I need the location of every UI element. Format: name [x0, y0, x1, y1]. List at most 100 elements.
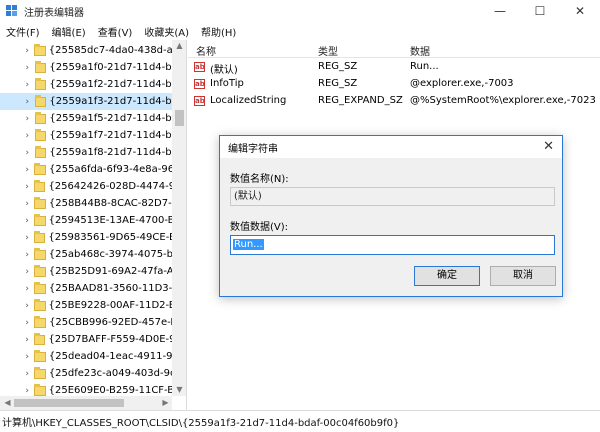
- expand-chevron-icon[interactable]: ›: [22, 335, 32, 345]
- tree-item[interactable]: › {25dead04-1eac-4911-9e3a: [0, 348, 172, 365]
- status-path: 计算机\HKEY_CLASSES_ROOT\CLSID\{2559a1f3-21…: [2, 418, 400, 429]
- ok-button[interactable]: 确定: [414, 266, 480, 286]
- tree-item-label: {25E609E0-B259-11CF-BFC7: [48, 385, 172, 396]
- value-data-input[interactable]: Run...: [230, 235, 555, 255]
- minimize-button[interactable]: —: [480, 0, 520, 22]
- scroll-down-icon[interactable]: ▼: [172, 384, 186, 396]
- tree-item-label: {25dfe23c-a049-403d-9c45-: [48, 368, 172, 379]
- menu-view[interactable]: 查看(V): [92, 24, 139, 39]
- tree-item[interactable]: › {255a6fda-6f93-4e8a-9611-: [0, 161, 172, 178]
- dialog-body: 数值名称(N): (默认) 数值数据(V): Run... 确定 取消: [220, 158, 562, 296]
- tree-item[interactable]: › {25585dc7-4da0-438d-ad04: [0, 42, 172, 59]
- dialog-title-bar: 编辑字符串 ✕: [220, 136, 562, 158]
- tree-item-label: {25CBB996-92ED-457e-B28: [49, 317, 172, 328]
- expand-chevron-icon[interactable]: ›: [22, 284, 32, 294]
- tree-horizontal-scrollbar[interactable]: ◀ ▶: [0, 396, 172, 410]
- column-data-header[interactable]: 数据: [410, 43, 430, 58]
- tree-item[interactable]: › {2559a1f5-21d7-11d4-bdaf: [0, 110, 172, 127]
- column-name-header[interactable]: 名称: [196, 43, 216, 58]
- tree-item[interactable]: › {2559a1f0-21d7-11d4-bdaf: [0, 59, 172, 76]
- menu-edit[interactable]: 编辑(E): [46, 24, 92, 39]
- value-type: REG_EXPAND_SZ: [318, 95, 403, 106]
- folder-icon: [34, 196, 46, 209]
- folder-icon: [34, 60, 47, 73]
- folder-icon: [34, 77, 47, 90]
- tree-item[interactable]: › {2559a1f3-21d7-11d4-bdaf: [0, 93, 172, 110]
- tree-item[interactable]: › {25642426-028D-4474-977B: [0, 178, 172, 195]
- expand-chevron-icon[interactable]: ›: [22, 97, 33, 107]
- menu-help[interactable]: 帮助(H): [195, 24, 242, 39]
- value-row[interactable]: ab InfoTip REG_SZ @explorer.exe,-7003: [188, 76, 600, 93]
- tree-item[interactable]: › {2559a1f2-21d7-11d4-bdaf: [0, 76, 172, 93]
- tree-item-label: {2559a1f3-21d7-11d4-bdaf: [49, 96, 172, 107]
- scroll-up-icon[interactable]: ▲: [172, 40, 186, 52]
- tree-item-label: {258B44B8-8CAC-82D7-3FD: [48, 198, 172, 209]
- value-data: @explorer.exe,-7003: [410, 78, 514, 89]
- list-header: 名称 类型 数据: [188, 40, 600, 58]
- expand-chevron-icon[interactable]: ›: [22, 199, 32, 209]
- scroll-right-icon[interactable]: ▶: [158, 397, 173, 409]
- expand-chevron-icon[interactable]: ›: [22, 46, 32, 56]
- folder-icon: [34, 111, 47, 124]
- folder-icon: [34, 349, 46, 362]
- tree-item[interactable]: › {25ab468c-3974-4075-be50: [0, 246, 172, 263]
- expand-chevron-icon[interactable]: ›: [22, 267, 32, 277]
- menu-favorites[interactable]: 收藏夹(A): [138, 24, 195, 39]
- tree-item[interactable]: › {25983561-9D65-49CE-B335: [0, 229, 172, 246]
- tree-vertical-scrollbar[interactable]: ▲ ▼: [172, 40, 186, 396]
- expand-chevron-icon[interactable]: ›: [22, 301, 32, 311]
- tree-item-label: {255a6fda-6f93-4e8a-9611-: [49, 164, 172, 175]
- tree-item-label: {25D7BAFF-F559-4D0E-9EA4: [48, 334, 172, 345]
- tree-item-label: {25B25D91-69A2-47fa-A375: [48, 266, 172, 277]
- expand-chevron-icon[interactable]: ›: [22, 165, 32, 175]
- registry-tree[interactable]: ›{25E609E5-B259-11CF-BFC7›{25E609E4-B259…: [0, 40, 187, 410]
- expand-chevron-icon[interactable]: ›: [22, 352, 32, 362]
- expand-chevron-icon[interactable]: ›: [22, 369, 32, 379]
- expand-chevron-icon[interactable]: ›: [22, 63, 33, 73]
- tree-item[interactable]: › {25dfe23c-a049-403d-9c45-: [0, 365, 172, 382]
- maximize-button[interactable]: ☐: [520, 0, 560, 22]
- expand-chevron-icon[interactable]: ›: [22, 318, 32, 328]
- scroll-left-icon[interactable]: ◀: [0, 397, 15, 409]
- expand-chevron-icon[interactable]: ›: [22, 250, 32, 260]
- tree-item[interactable]: › {25D7BAFF-F559-4D0E-9EA4: [0, 331, 172, 348]
- expand-chevron-icon[interactable]: ›: [22, 233, 32, 243]
- expand-chevron-icon[interactable]: ›: [22, 148, 33, 158]
- title-bar: 注册表编辑器 — ☐ ✕: [0, 0, 600, 22]
- menu-file[interactable]: 文件(F): [0, 24, 46, 39]
- tree-item[interactable]: › {25BAAD81-3560-11D3-B47: [0, 280, 172, 297]
- expand-chevron-icon[interactable]: ›: [22, 114, 33, 124]
- expand-chevron-icon[interactable]: ›: [22, 131, 33, 141]
- expand-chevron-icon[interactable]: ›: [22, 182, 32, 192]
- scroll-thumb[interactable]: [175, 110, 184, 126]
- folder-icon: [34, 145, 47, 158]
- tree-item-label: {2559a1f7-21d7-11d4-bdaf: [49, 130, 172, 141]
- tree-item-label: {2559a1f2-21d7-11d4-bdaf: [49, 79, 172, 90]
- folder-icon: [34, 332, 46, 345]
- folder-icon: [34, 247, 46, 260]
- value-name-field: (默认): [230, 187, 555, 206]
- dialog-close-icon[interactable]: ✕: [543, 139, 554, 154]
- tree-item-label: {2559a1f8-21d7-11d4-bdaf: [49, 147, 172, 158]
- value-row[interactable]: ab (默认) REG_SZ Run...: [188, 59, 600, 76]
- scroll-thumb-horizontal[interactable]: [14, 399, 124, 407]
- value-row[interactable]: ab LocalizedString REG_EXPAND_SZ @%Syste…: [188, 93, 600, 110]
- tree-item[interactable]: › {2559a1f7-21d7-11d4-bdaf: [0, 127, 172, 144]
- close-button[interactable]: ✕: [560, 0, 600, 22]
- tree-item-label: {2559a1f0-21d7-11d4-bdaf: [49, 62, 172, 73]
- tree-item[interactable]: › {2594513E-13AE-4700-B413: [0, 212, 172, 229]
- tree-item[interactable]: › {25B25D91-69A2-47fa-A375: [0, 263, 172, 280]
- value-type: REG_SZ: [318, 61, 358, 72]
- expand-chevron-icon[interactable]: ›: [22, 80, 33, 90]
- tree-item-label: {25BE9228-00AF-11D2-BF87: [48, 300, 173, 311]
- expand-chevron-icon[interactable]: ›: [22, 216, 32, 226]
- cancel-button[interactable]: 取消: [490, 266, 556, 286]
- tree-item[interactable]: › {25BE9228-00AF-11D2-BF87: [0, 297, 172, 314]
- expand-chevron-icon[interactable]: ›: [22, 386, 32, 396]
- tree-item[interactable]: › {25CBB996-92ED-457e-B28: [0, 314, 172, 331]
- tree-item[interactable]: › {2559a1f8-21d7-11d4-bdaf: [0, 144, 172, 161]
- tree-item-label: {25dead04-1eac-4911-9e3a: [48, 351, 172, 362]
- tree-item[interactable]: › {258B44B8-8CAC-82D7-3FD: [0, 195, 172, 212]
- folder-icon: [34, 128, 47, 141]
- column-type-header[interactable]: 类型: [318, 43, 338, 58]
